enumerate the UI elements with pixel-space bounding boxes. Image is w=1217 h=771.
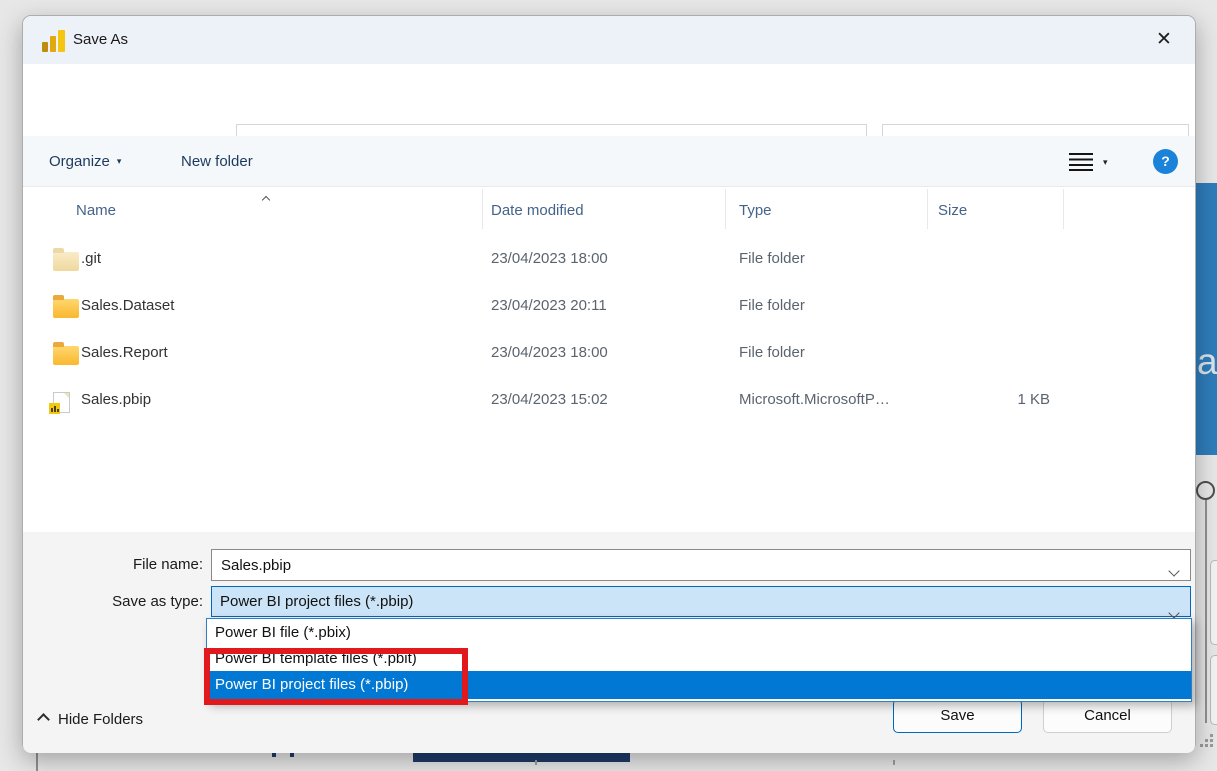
background-slider-knob: [1196, 481, 1215, 500]
column-header-size[interactable]: Size: [938, 202, 967, 219]
file-name: Sales.Dataset: [81, 297, 174, 314]
resize-grip-dot: [1210, 744, 1213, 747]
save-as-dialog: Save As ✕ ← → ↑ « @Repos › Local › DevMo…: [22, 15, 1196, 752]
file-date: 23/04/2023 18:00: [491, 250, 608, 267]
file-row-sales-pbip[interactable]: Sales.pbip 23/04/2023 15:02 Microsoft.Mi…: [31, 378, 1181, 425]
file-row-git[interactable]: .git 23/04/2023 18:00 File folder: [31, 237, 1181, 284]
file-date: 23/04/2023 18:00: [491, 344, 608, 361]
background-blue-band: [1196, 183, 1217, 455]
window-title: Save As: [73, 16, 128, 64]
close-icon[interactable]: ✕: [1147, 16, 1181, 64]
power-bi-logo-icon: [42, 29, 66, 52]
file-name-input[interactable]: [212, 550, 1152, 580]
file-type: Microsoft.MicrosoftP…: [739, 391, 890, 408]
file-name: Sales.pbip: [81, 391, 151, 408]
column-divider[interactable]: [1063, 189, 1064, 229]
save-button[interactable]: Save: [893, 699, 1022, 733]
column-divider[interactable]: [927, 189, 928, 229]
folder-icon: [53, 299, 79, 318]
background-chart-mark: [893, 760, 895, 765]
view-options-caret-icon[interactable]: ▾: [1103, 157, 1108, 168]
file-type: File folder: [739, 344, 805, 361]
cancel-button[interactable]: Cancel: [1043, 699, 1172, 733]
folder-icon: [53, 346, 79, 365]
file-name-label: File name:: [23, 556, 203, 573]
file-date: 23/04/2023 20:11: [491, 297, 607, 314]
file-name-chevron-icon[interactable]: [1170, 562, 1178, 580]
chevron-up-icon: [37, 713, 50, 726]
hidden-folder-icon: [53, 252, 79, 271]
column-header-name[interactable]: Name: [76, 202, 116, 219]
resize-grip-dot: [1210, 739, 1213, 742]
background-chart-bar: [413, 753, 630, 762]
column-divider[interactable]: [482, 189, 483, 229]
title-bar: Save As ✕: [23, 16, 1195, 64]
background-chart-mark: [535, 760, 537, 765]
column-divider[interactable]: [725, 189, 726, 229]
file-name-combobox: [211, 549, 1191, 581]
navigation-bar: ← → ↑ « @Repos › Local › DevMode › PBIP: [23, 64, 1195, 136]
column-header-type[interactable]: Type: [739, 202, 772, 219]
resize-grip-dot: [1205, 739, 1208, 742]
resize-grip-dot: [1205, 744, 1208, 747]
organize-menu[interactable]: Organize▾: [49, 136, 121, 187]
file-name: Sales.Report: [81, 344, 168, 361]
dropdown-option-pbit[interactable]: Power BI template files (*.pbit): [207, 646, 1191, 671]
dropdown-option-pbix[interactable]: Power BI file (*.pbix): [207, 619, 1191, 646]
file-date: 23/04/2023 15:02: [491, 391, 608, 408]
file-size: 1 KB: [938, 391, 1050, 408]
save-as-type-value: Power BI project files (*.pbip): [220, 593, 413, 610]
background-slider-track: [1205, 497, 1207, 723]
background-chart-axis: [36, 752, 38, 771]
file-row-sales-dataset[interactable]: Sales.Dataset 23/04/2023 20:11 File fold…: [31, 284, 1181, 331]
new-folder-button[interactable]: New folder: [181, 136, 253, 187]
organize-caret-icon: ▾: [117, 156, 122, 167]
save-as-type-label: Save as type:: [23, 593, 203, 610]
dropdown-option-pbip-selected[interactable]: Power BI project files (*.pbip): [207, 671, 1191, 699]
file-type: File folder: [739, 297, 805, 314]
save-as-type-dropdown: Power BI file (*.pbix) Power BI template…: [206, 618, 1192, 702]
resize-grip-dot: [1210, 734, 1213, 737]
sort-ascending-icon: [263, 190, 269, 208]
screen: al Save As ✕ ← → ↑ «: [0, 0, 1217, 771]
command-bar: Organize▾ New folder ▾ ?: [23, 136, 1195, 187]
hide-folders-label: Hide Folders: [58, 711, 143, 728]
background-scrollbar-fragment: [1210, 560, 1217, 645]
background-partial-text: al: [1197, 341, 1217, 383]
save-as-type-combobox[interactable]: Power BI project files (*.pbip): [211, 586, 1191, 617]
hide-folders-button[interactable]: Hide Folders: [39, 711, 143, 728]
background-scrollbar-fragment: [1210, 655, 1217, 725]
help-button[interactable]: ?: [1153, 149, 1178, 174]
resize-grip-dot: [1200, 744, 1203, 747]
pbip-file-icon: [53, 392, 70, 413]
file-row-sales-report[interactable]: Sales.Report 23/04/2023 18:00 File folde…: [31, 331, 1181, 378]
file-name: .git: [81, 250, 101, 267]
column-header-date-modified[interactable]: Date modified: [491, 202, 584, 219]
file-type: File folder: [739, 250, 805, 267]
list-view-icon[interactable]: [1069, 153, 1093, 171]
